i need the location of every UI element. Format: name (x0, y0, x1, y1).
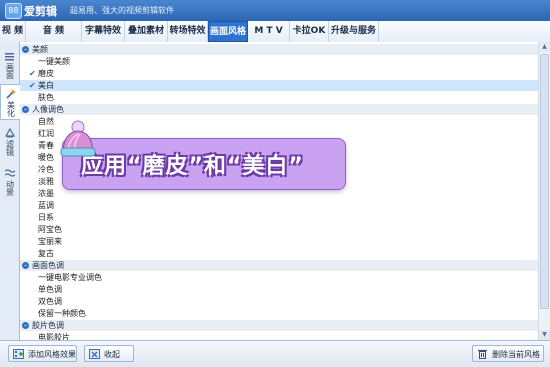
style-item[interactable]: 电影胶片 (20, 332, 538, 340)
app-name: 爱剪辑 (24, 5, 57, 18)
collapse-button[interactable]: 收起 (84, 345, 134, 362)
tab-audio[interactable]: 音 频 (26, 21, 82, 42)
side-tab-label: 画面 (5, 63, 15, 79)
tab-mtv[interactable]: M T V (248, 21, 290, 42)
style-item[interactable]: 蓝调 (20, 200, 538, 211)
style-item[interactable]: 单色调 (20, 284, 538, 295)
style-item[interactable]: ✔ 磨皮 (20, 68, 538, 79)
style-item[interactable]: 复古 (20, 248, 538, 259)
app-tagline: 超易用、强大的视频剪辑软件 (70, 6, 174, 15)
collapse-icon: – (22, 105, 29, 113)
side-tab-bar: 画面 美化 滤镜 动景 (0, 42, 20, 340)
style-item[interactable]: 保留一种颜色 (20, 308, 538, 319)
style-item[interactable]: 一键电影专业调色 (20, 272, 538, 283)
delete-current-style-button[interactable]: 删除当前风格 (472, 345, 544, 362)
style-item[interactable]: 双色调 (20, 296, 538, 307)
style-list: – 美颜 一键美颜 ✔ 磨皮 ✔ 美白 肤色 – 人像调色 自然 红润 青春 暖色 冷色… (20, 42, 550, 340)
title-bar: 88 爱剪辑 超易用、强大的视频剪辑软件 (0, 0, 550, 21)
scroll-thumb[interactable] (540, 54, 549, 309)
main-tab-bar: 视 频 音 频 字幕特效 叠加素材 转场特效 画面风格 M T V 卡拉OK 升… (0, 21, 550, 43)
style-item[interactable]: 宝丽来 (20, 236, 538, 247)
category-header[interactable]: – 画面色调 (20, 260, 538, 271)
category-header[interactable]: – 美颜 (20, 44, 538, 55)
tab-upgrade-service[interactable]: 升级与服务 (329, 21, 379, 42)
add-film-icon (13, 349, 24, 359)
caption-banner-text: 应用“磨皮”和“美白” (81, 154, 304, 179)
side-tab-motion[interactable]: 动景 (1, 164, 18, 200)
side-tab-picture[interactable]: 画面 (1, 48, 18, 80)
tab-picture-style[interactable]: 画面风格 (208, 21, 248, 42)
tab-overlay-materials[interactable]: 叠加素材 (125, 21, 168, 42)
category-header[interactable]: – 胶片色调 (20, 320, 538, 331)
tab-transition-effects[interactable]: 转场特效 (168, 21, 208, 42)
collapse-arrows-icon (89, 349, 100, 359)
knit-hat-icon (60, 120, 96, 157)
trash-icon (478, 349, 487, 359)
tab-subtitle-effects[interactable]: 字幕特效 (82, 21, 125, 42)
tab-karaoke[interactable]: 卡拉OK (290, 21, 329, 42)
style-item[interactable]: 日系 (20, 212, 538, 223)
tab-video[interactable]: 视 频 (0, 21, 26, 42)
side-tab-filter[interactable]: 滤镜 (1, 124, 18, 160)
side-tab-beautify[interactable]: 美化 (0, 84, 20, 120)
category-header[interactable]: – 人像调色 (20, 104, 538, 115)
style-item[interactable]: 一键美颜 (20, 56, 538, 67)
side-tab-label: 动景 (5, 180, 15, 196)
side-tab-label: 滤镜 (5, 140, 15, 156)
wave-icon (4, 169, 15, 177)
style-item-selected[interactable]: ✔ 美白 (20, 80, 538, 91)
collapse-icon: – (22, 45, 29, 53)
lines-icon (5, 53, 14, 61)
style-item[interactable]: 肤色 (20, 92, 538, 103)
vertical-scrollbar[interactable]: ▲ ▼ (538, 42, 550, 340)
caption-banner: 应用“磨皮”和“美白” (62, 138, 346, 190)
collapse-icon: – (22, 321, 29, 329)
app-logo-icon: 88 (5, 3, 22, 19)
bottom-toolbar: 添加风格效果 收起 删除当前风格 (0, 340, 550, 367)
scroll-down-icon[interactable]: ▼ (539, 330, 550, 340)
add-style-effect-button[interactable]: 添加风格效果 (8, 345, 77, 362)
style-item[interactable]: 阿宝色 (20, 224, 538, 235)
filter-icon (4, 128, 15, 138)
magic-wand-icon (5, 89, 16, 99)
check-icon: ✔ (29, 69, 36, 78)
side-tab-label: 美化 (6, 101, 16, 117)
scroll-up-icon[interactable]: ▲ (539, 42, 550, 52)
collapse-icon: – (22, 261, 29, 269)
check-icon: ✔ (29, 81, 36, 90)
